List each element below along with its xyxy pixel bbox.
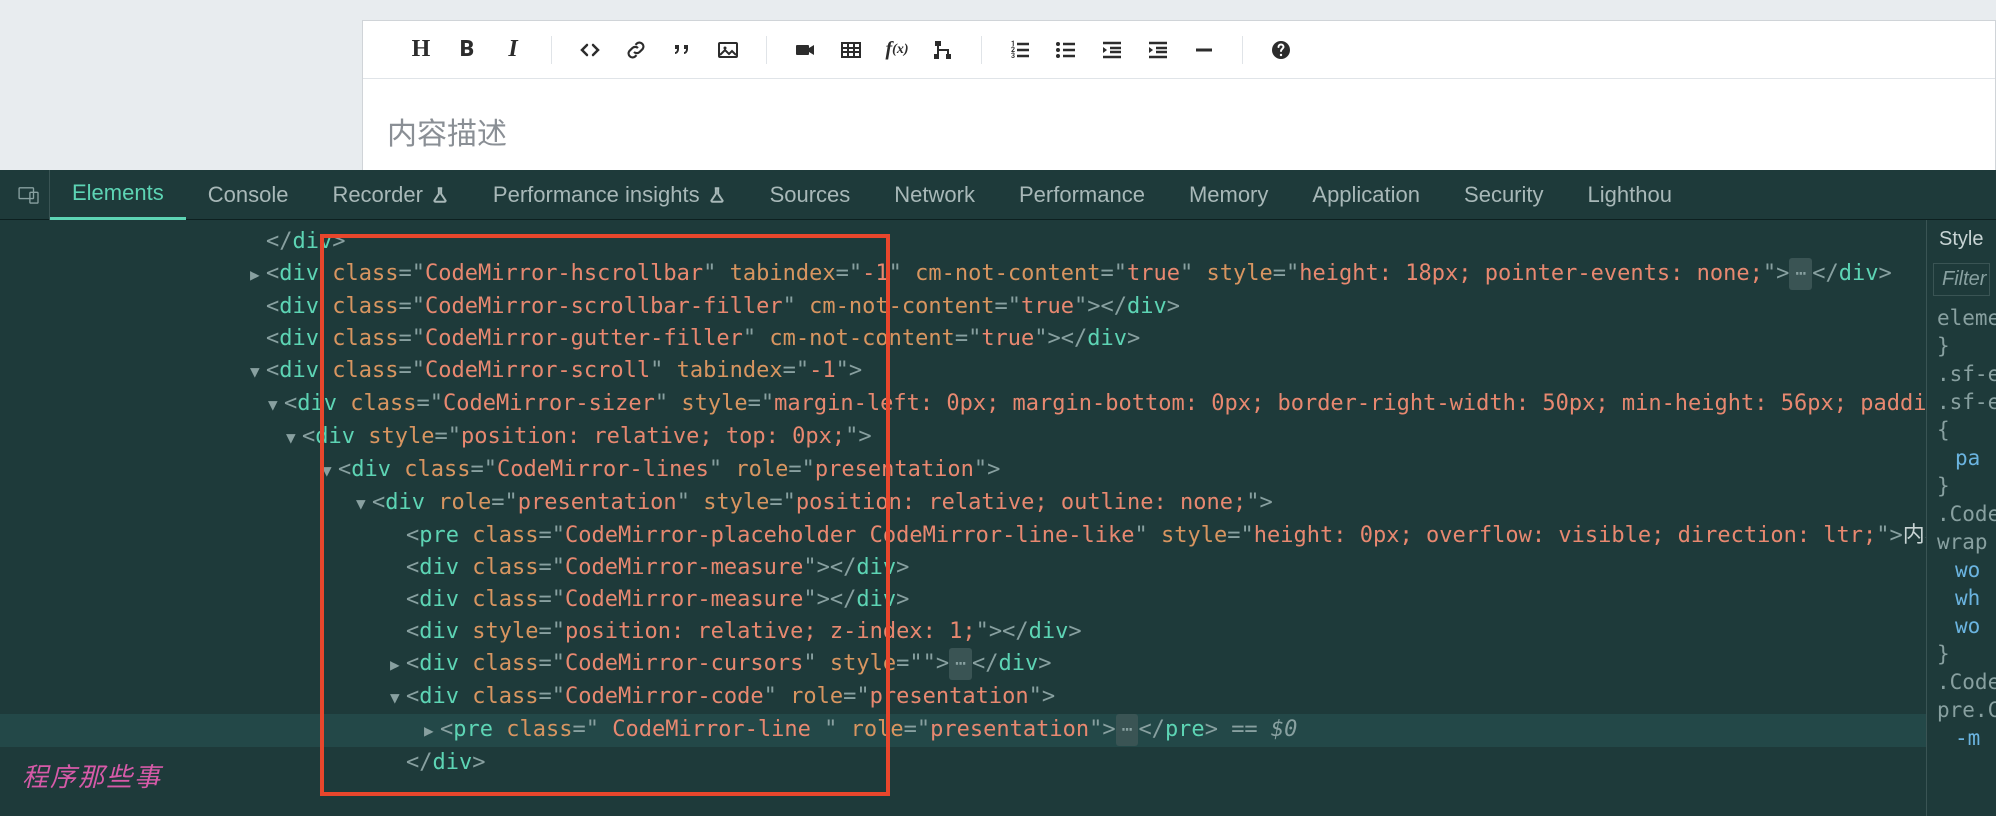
styles-rule-line[interactable]: { (1927, 416, 1996, 444)
styles-rule-line[interactable]: .Code (1927, 500, 1996, 528)
styles-rule-line[interactable]: } (1927, 640, 1996, 668)
styles-tab[interactable]: Style (1927, 224, 1996, 255)
styles-rule-line[interactable]: wh (1927, 584, 1996, 612)
dom-node[interactable]: ▼<div style="position: relative; top: 0p… (0, 421, 1926, 454)
formula-button[interactable]: f(x) (883, 36, 911, 64)
styles-rule-line[interactable]: .sf-e (1927, 388, 1996, 416)
styles-rule-line[interactable]: pa (1927, 444, 1996, 472)
tab-security[interactable]: Security (1442, 170, 1565, 220)
dom-node[interactable]: <div class="CodeMirror-gutter-filler" cm… (0, 323, 1926, 355)
editor-area: H B I f(x) 123 (0, 0, 1996, 170)
dom-node[interactable]: ▼<div class="CodeMirror-code" role="pres… (0, 681, 1926, 714)
code-button[interactable] (576, 36, 604, 64)
tab-network[interactable]: Network (872, 170, 997, 220)
dom-node[interactable]: ▶<pre class=" CodeMirror-line " role="pr… (0, 714, 1926, 747)
dom-node[interactable]: ▼<div class="CodeMirror-lines" role="pre… (0, 454, 1926, 487)
bold-button[interactable]: B (453, 36, 481, 64)
outdent-button[interactable] (1098, 36, 1126, 64)
link-button[interactable] (622, 36, 650, 64)
styles-panel[interactable]: Style Filter eleme}.sf-e.sf-e{pa}.Codewr… (1926, 220, 1996, 816)
dom-node[interactable]: ▼<div role="presentation" style="positio… (0, 487, 1926, 520)
table-button[interactable] (837, 36, 865, 64)
styles-rule-line[interactable]: .Code (1927, 668, 1996, 696)
dom-node[interactable]: ▼<div class="CodeMirror-sizer" style="ma… (0, 388, 1926, 421)
styles-rule-line[interactable]: } (1927, 332, 1996, 360)
dom-node[interactable]: </div> (0, 226, 1926, 258)
unordered-list-button[interactable] (1052, 36, 1080, 64)
tab-lighthouse[interactable]: Lighthou (1566, 170, 1694, 220)
svg-text:3: 3 (1011, 52, 1015, 60)
tab-performance-insights[interactable]: Performance insights (471, 170, 748, 220)
styles-rule-line[interactable]: -m (1927, 724, 1996, 752)
styles-rule-line[interactable]: wrap (1927, 528, 1996, 556)
watermark: 程序那些事 (22, 757, 162, 794)
styles-rule-line[interactable]: } (1927, 472, 1996, 500)
dom-node[interactable]: ▶<div class="CodeMirror-hscrollbar" tabi… (0, 258, 1926, 291)
dom-node[interactable]: <div style="position: relative; z-index:… (0, 616, 1926, 648)
tab-application[interactable]: Application (1290, 170, 1442, 220)
dom-node[interactable]: </div> (0, 747, 1926, 779)
heading-button[interactable]: H (407, 36, 435, 64)
italic-button[interactable]: I (499, 36, 527, 64)
help-button[interactable] (1267, 36, 1295, 64)
device-toggle-button[interactable] (8, 170, 50, 220)
editor-box: H B I f(x) 123 (362, 20, 1996, 184)
dom-node[interactable]: <div class="CodeMirror-measure"></div> (0, 584, 1926, 616)
diagram-button[interactable] (929, 36, 957, 64)
image-button[interactable] (714, 36, 742, 64)
horizontal-rule-button[interactable] (1190, 36, 1218, 64)
styles-rule-line[interactable]: .sf-e (1927, 360, 1996, 388)
styles-rule-line[interactable]: eleme (1927, 304, 1996, 332)
elements-tree[interactable]: </div>▶<div class="CodeMirror-hscrollbar… (0, 220, 1926, 816)
video-button[interactable] (791, 36, 819, 64)
tab-sources[interactable]: Sources (748, 170, 873, 220)
dom-node[interactable]: <div class="CodeMirror-scrollbar-filler"… (0, 291, 1926, 323)
styles-rule-line[interactable]: wo (1927, 556, 1996, 584)
devtools-tabbar: Elements Console Recorder Performance in… (0, 170, 1996, 220)
quote-button[interactable] (668, 36, 696, 64)
dom-node[interactable]: <div class="CodeMirror-measure"></div> (0, 552, 1926, 584)
tab-memory[interactable]: Memory (1167, 170, 1290, 220)
editor-placeholder[interactable]: 内容描述 (363, 79, 1995, 183)
indent-button[interactable] (1144, 36, 1172, 64)
dom-node[interactable]: ▼<div class="CodeMirror-scroll" tabindex… (0, 355, 1926, 388)
styles-rule-line[interactable]: wo (1927, 612, 1996, 640)
tab-elements[interactable]: Elements (50, 170, 186, 220)
tab-performance[interactable]: Performance (997, 170, 1167, 220)
styles-rule-line[interactable]: pre.C (1927, 696, 1996, 724)
tab-console[interactable]: Console (186, 170, 311, 220)
tab-recorder[interactable]: Recorder (310, 170, 470, 220)
ordered-list-button[interactable]: 123 (1006, 36, 1034, 64)
editor-toolbar: H B I f(x) 123 (363, 21, 1995, 79)
dom-node[interactable]: <pre class="CodeMirror-placeholder CodeM… (0, 520, 1926, 552)
dom-node[interactable]: ▶<div class="CodeMirror-cursors" style="… (0, 648, 1926, 681)
devtools-panel: Elements Console Recorder Performance in… (0, 170, 1996, 816)
styles-filter-input[interactable]: Filter (1933, 263, 1990, 296)
